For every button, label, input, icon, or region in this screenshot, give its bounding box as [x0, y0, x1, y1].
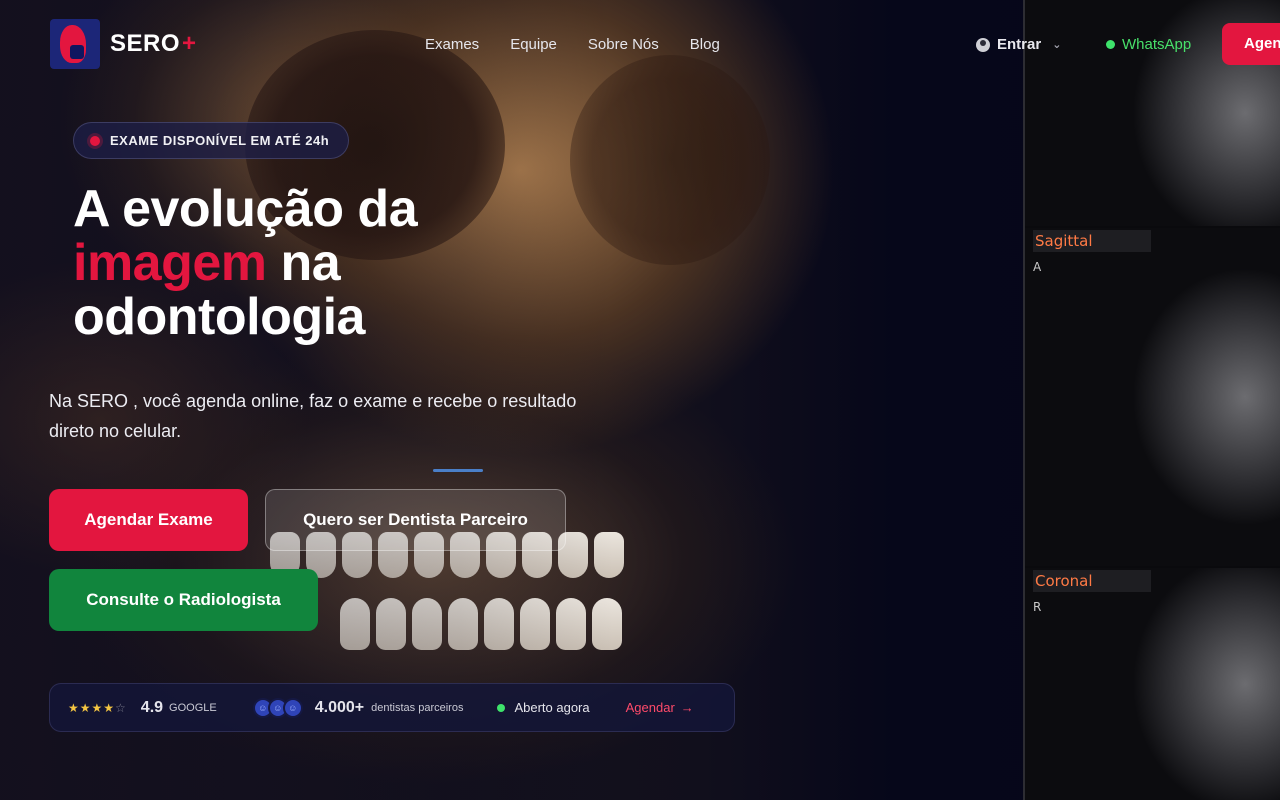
login-button[interactable]: Entrar ⌄ [976, 36, 1061, 53]
whatsapp-link[interactable]: WhatsApp [1106, 36, 1191, 53]
partner-avatars: ☺ ☺ ☺ [252, 697, 303, 718]
ct-coronal-view: Coronal R [1025, 568, 1280, 800]
consulte-radiologista-button[interactable]: Consulte o Radiologista [49, 569, 318, 631]
nav-item-exames[interactable]: Exames [425, 36, 479, 53]
hero-lead-brand: Na SERO [49, 391, 129, 411]
logo-text: SERO [110, 30, 181, 57]
rating-value: 4.9 [140, 698, 164, 716]
badge-dot-icon [90, 135, 100, 146]
hero-title: A evolução da imagem na odontologia [73, 180, 418, 346]
stats-bar: ★★★★☆ 4.9 GOOGLE ☺ ☺ ☺ 4.000+ dentistas pa… [49, 683, 735, 732]
badge-text: EXAME DISPONÍVEL EM ATÉ 24h [110, 133, 330, 148]
logo-head-icon [50, 19, 100, 69]
ct-sagittal-label: Sagittal [1033, 230, 1151, 252]
brand-logo[interactable]: SERO + [50, 19, 196, 69]
rating-stars-icon: ★★★★☆ [68, 701, 127, 715]
hero-divider [433, 469, 483, 472]
main-nav: Exames Equipe Sobre Nós Blog [425, 36, 720, 53]
online-dot-icon [1106, 40, 1115, 49]
availability-badge: EXAME DISPONÍVEL EM ATÉ 24h [73, 122, 350, 159]
whatsapp-label: WhatsApp [1122, 36, 1192, 53]
header-agendar-button[interactable]: Agendar [1222, 23, 1280, 65]
site-header: SERO + Exames Equipe Sobre Nós Blog Entr… [0, 0, 1280, 90]
hero-section: Sagittal A Coronal R SERO + Exames Equip… [0, 0, 1280, 800]
nav-item-equipe[interactable]: Equipe [510, 36, 557, 53]
arrow-right-icon: → [680, 700, 694, 715]
hero-title-line1: A evolução da [73, 180, 418, 238]
partners-label: dentistas parceiros [371, 701, 464, 714]
open-status-dot-icon [497, 703, 506, 712]
agendar-exame-button[interactable]: Agendar Exame [49, 489, 248, 551]
filled-stars: ★★★★ [68, 700, 116, 715]
user-circle-icon [976, 37, 990, 52]
logo-plus: + [182, 30, 197, 57]
hero-title-accent: imagem [73, 234, 267, 292]
ct-coronal-label: Coronal [1033, 570, 1151, 592]
partners-count: 4.000+ [314, 698, 365, 716]
nav-item-sobre-nos[interactable]: Sobre Nós [588, 36, 659, 53]
ct-coronal-letter: R [1033, 600, 1042, 614]
hero-lead: Na SERO , você agenda online, faz o exam… [49, 386, 609, 446]
ct-sagittal-letter: A [1033, 260, 1042, 274]
avatar-icon: ☺ [282, 697, 303, 718]
dentista-parceiro-button[interactable]: Quero ser Dentista Parceiro [265, 489, 566, 551]
stats-agendar-link[interactable]: Agendar → [626, 700, 694, 715]
stats-agendar-label: Agendar [625, 700, 675, 715]
open-status: Aberto agora [514, 700, 590, 715]
hero-title-line3: odontologia [73, 288, 365, 346]
ct-scan-panel: Sagittal A Coronal R [1023, 0, 1280, 800]
nav-item-blog[interactable]: Blog [690, 36, 720, 53]
login-label: Entrar [997, 36, 1042, 53]
hero-lead-text: , você agenda online, faz o exame e rece… [49, 391, 577, 441]
chevron-down-icon: ⌄ [1052, 39, 1062, 51]
ct-sagittal-view: Sagittal A [1025, 228, 1280, 566]
hero-title-line2: na [266, 234, 341, 292]
empty-star: ☆ [115, 700, 127, 715]
rating-source: GOOGLE [169, 701, 217, 714]
